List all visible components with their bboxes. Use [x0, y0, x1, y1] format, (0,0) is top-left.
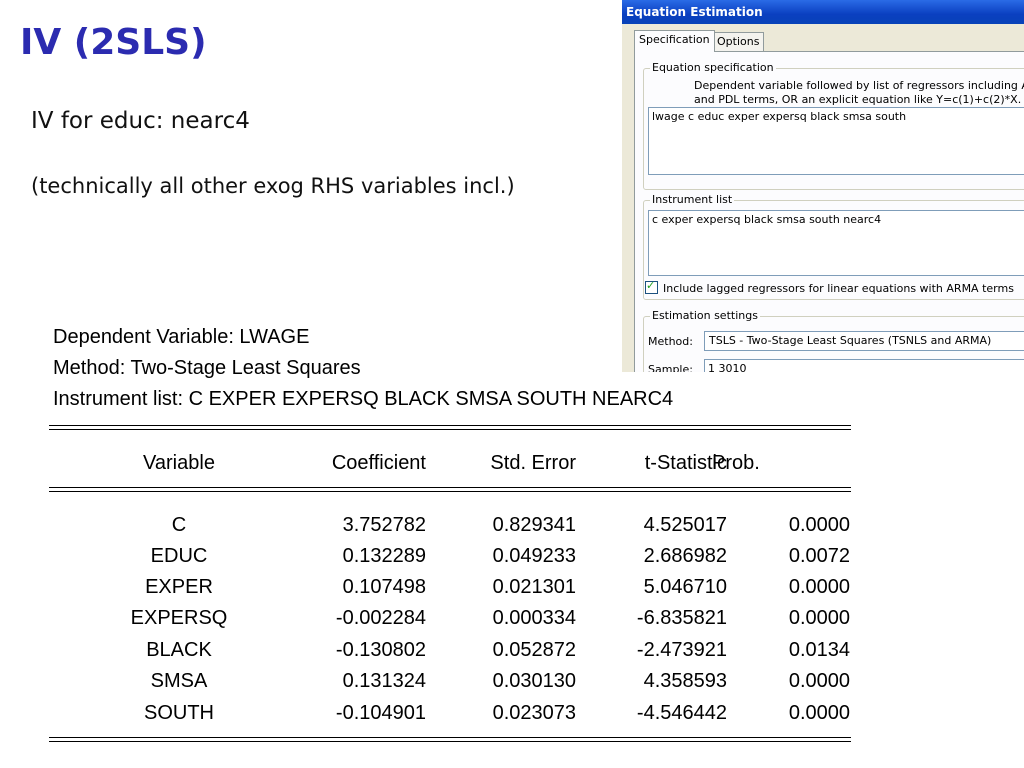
estimation-settings-group: Estimation settings Method: TSLS - Two-S…	[643, 309, 1024, 372]
table-bottom-rule	[49, 737, 851, 742]
estimation-group-label: Estimation settings	[650, 309, 760, 322]
slide-title: IV (2SLS)	[20, 22, 207, 63]
method-select[interactable]: TSLS - Two-Stage Least Squares (TSNLS an…	[704, 331, 1024, 351]
equation-hint: Dependent variable followed by list of r…	[694, 79, 1024, 107]
method-line: Method: Two-Stage Least Squares	[53, 357, 361, 379]
dependent-variable-line: Dependent Variable: LWAGE	[53, 326, 310, 348]
equation-hint-line-2: and PDL terms, OR an explicit equation l…	[694, 93, 1022, 106]
dialog-title: Equation Estimation	[626, 5, 763, 19]
row-prob: 0.0072	[788, 545, 850, 567]
instrument-list-line: Instrument list: C EXPER EXPERSQ BLACK S…	[53, 388, 674, 410]
tab-options[interactable]: Options	[712, 32, 765, 51]
row-prob: 0.0000	[788, 702, 850, 724]
header-prob: Prob.	[712, 452, 760, 474]
instrument-list-input[interactable]: c exper expersq black smsa south nearc4	[648, 210, 1024, 276]
specification-panel: Equation specification Dependent variabl…	[634, 51, 1024, 372]
tab-specification[interactable]: Specification	[634, 30, 715, 52]
equation-input[interactable]: lwage c educ exper expersq black smsa so…	[648, 107, 1024, 175]
row-prob: 0.0000	[788, 576, 850, 598]
include-lagged-regressors-label: Include lagged regressors for linear equ…	[663, 282, 1014, 295]
table-header-rule	[49, 487, 851, 492]
table-top-rule	[49, 425, 851, 430]
equation-hint-line-1: Dependent variable followed by list of r…	[694, 79, 1024, 92]
sample-input[interactable]: 1 3010	[704, 359, 1024, 372]
row-prob: 0.0000	[788, 670, 850, 692]
include-lagged-regressors-checkbox[interactable]: ✓	[645, 279, 658, 294]
method-label: Method:	[648, 335, 693, 348]
dialog-titlebar[interactable]: Equation Estimation	[622, 0, 1024, 24]
equation-estimation-dialog: Equation Estimation Specification Option…	[622, 0, 1024, 372]
equation-specification-group: Equation specification Dependent variabl…	[643, 61, 1024, 190]
instrument-note: IV for educ: nearc4	[31, 108, 250, 134]
equation-group-label: Equation specification	[650, 61, 776, 74]
exog-note: (technically all other exog RHS variable…	[31, 174, 515, 198]
row-prob: 0.0000	[788, 514, 850, 536]
row-prob: 0.0134	[788, 639, 850, 661]
sample-label: Sample:	[648, 363, 693, 372]
checkmark-icon: ✓	[646, 279, 656, 292]
row-prob: 0.0000	[788, 607, 850, 629]
include-lagged-regressors-row[interactable]: ✓ Include lagged regressors for linear eq…	[645, 279, 1014, 295]
instrument-group-label: Instrument list	[650, 193, 735, 206]
header-t-statistic: t-Statistic	[644, 452, 727, 474]
